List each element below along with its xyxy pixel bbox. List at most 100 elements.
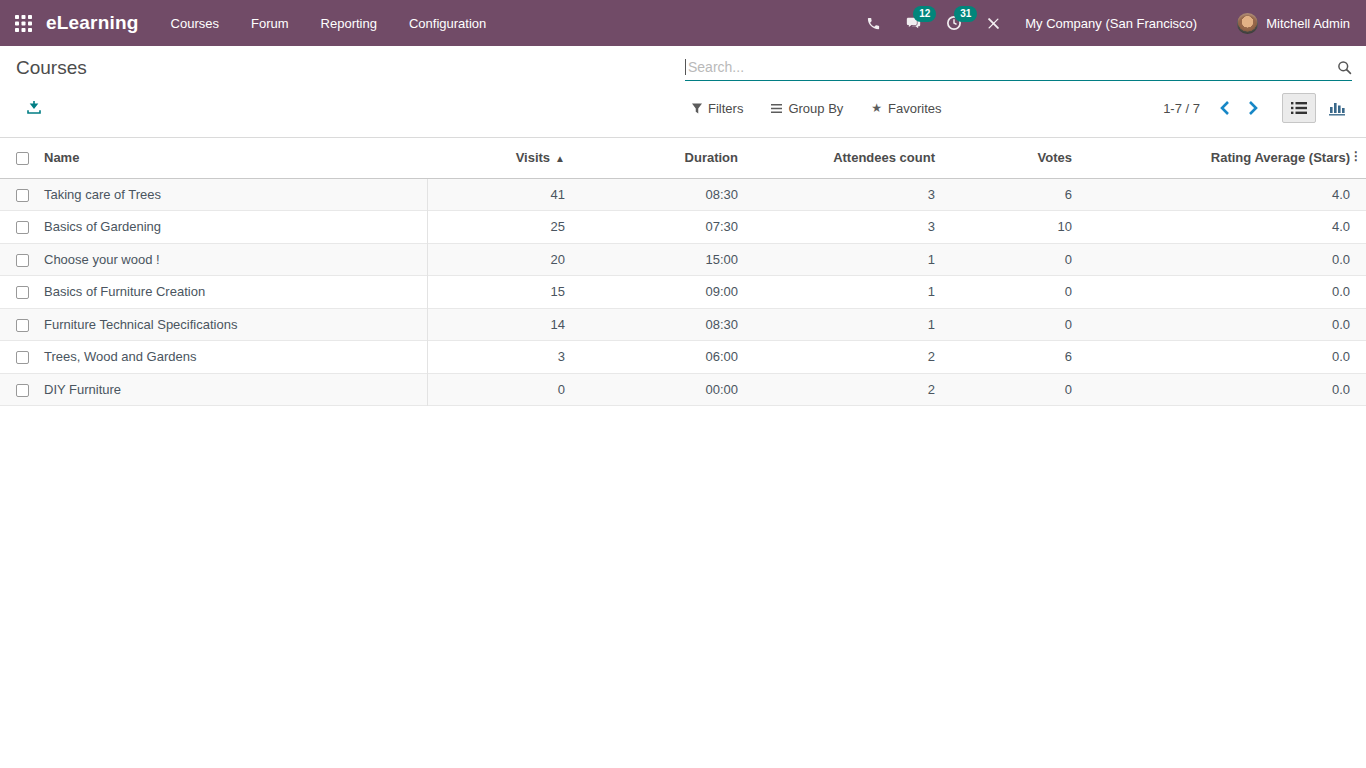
column-header-attendees[interactable]: Attendees count (747, 138, 944, 178)
column-header-rating[interactable]: Rating Average (Stars) ⋮ (1081, 138, 1366, 178)
main-menu: Courses Forum Reporting Configuration (155, 0, 503, 46)
row-checkbox[interactable] (16, 221, 29, 234)
messages-button[interactable]: 12 (893, 0, 934, 46)
table-row[interactable]: Basics of Gardening 25 07:30 3 10 4.0 (0, 211, 1366, 244)
search-icon[interactable] (1337, 60, 1352, 75)
cell-votes: 0 (944, 308, 1081, 341)
pager-previous-button[interactable] (1216, 97, 1234, 119)
menu-courses[interactable]: Courses (155, 0, 235, 46)
cell-visits: 41 (427, 178, 574, 211)
table-row[interactable]: Basics of Furniture Creation 15 09:00 1 … (0, 276, 1366, 309)
chevron-right-icon (1248, 101, 1258, 115)
cell-visits: 3 (427, 341, 574, 374)
top-navbar: eLearning Courses Forum Reporting Config… (0, 0, 1366, 46)
table-row[interactable]: Taking care of Trees 41 08:30 3 6 4.0 (0, 178, 1366, 211)
cell-rating: 4.0 (1081, 211, 1366, 244)
user-name: Mitchell Admin (1266, 16, 1350, 31)
row-checkbox[interactable] (16, 384, 29, 397)
cell-votes: 10 (944, 211, 1081, 244)
view-switcher (1282, 93, 1350, 123)
cell-attendees: 3 (747, 178, 944, 211)
app-brand[interactable]: eLearning (46, 12, 139, 34)
cell-name[interactable]: Taking care of Trees (40, 178, 427, 211)
user-avatar (1237, 13, 1258, 34)
menu-configuration[interactable]: Configuration (393, 0, 502, 46)
page-title: Courses (16, 57, 87, 79)
cell-rating: 0.0 (1081, 373, 1366, 406)
cell-attendees: 1 (747, 308, 944, 341)
company-switcher[interactable]: My Company (San Francisco) (1013, 16, 1231, 31)
row-checkbox[interactable] (16, 351, 29, 364)
list-view-icon (1291, 101, 1307, 115)
favorites-menu-button[interactable]: ★ Favorites (871, 101, 941, 116)
list-view-button[interactable] (1282, 93, 1316, 123)
table-header: Name Visits▲ Duration Attendees count Vo… (0, 138, 1366, 178)
column-header-name[interactable]: Name (40, 138, 427, 178)
cell-attendees: 1 (747, 243, 944, 276)
control-panel: Courses Search... Filters Group By ★ (0, 46, 1366, 138)
pager-range: 1-7 / 7 (1163, 101, 1200, 116)
row-checkbox[interactable] (16, 286, 29, 299)
column-header-votes[interactable]: Votes (944, 138, 1081, 178)
menu-forum[interactable]: Forum (235, 0, 305, 46)
cell-visits: 20 (427, 243, 574, 276)
text-caret (685, 59, 686, 75)
menu-reporting[interactable]: Reporting (305, 0, 393, 46)
pager-next-button[interactable] (1244, 97, 1262, 119)
cell-name[interactable]: Basics of Furniture Creation (40, 276, 427, 309)
column-header-visits[interactable]: Visits▲ (427, 138, 574, 178)
cell-attendees: 2 (747, 341, 944, 374)
user-menu[interactable]: Mitchell Admin (1231, 13, 1366, 34)
select-all-checkbox-cell (0, 138, 40, 178)
pager-and-switcher: 1-7 / 7 (1163, 92, 1350, 124)
cell-duration: 00:00 (574, 373, 747, 406)
apps-menu-button[interactable] (0, 0, 46, 46)
cell-name[interactable]: DIY Furniture (40, 373, 427, 406)
cell-votes: 6 (944, 178, 1081, 211)
filter-funnel-icon (692, 103, 702, 114)
cell-name[interactable]: Basics of Gardening (40, 211, 427, 244)
cell-rating: 4.0 (1081, 178, 1366, 211)
cell-duration: 08:30 (574, 178, 747, 211)
optional-columns-toggle[interactable]: ⋮ (1350, 150, 1362, 162)
cell-votes: 0 (944, 276, 1081, 309)
cell-rating: 0.0 (1081, 243, 1366, 276)
group-by-menu-button[interactable]: Group By (771, 101, 843, 116)
activities-button[interactable]: 31 (934, 0, 974, 46)
search-placeholder: Search... (688, 59, 1337, 75)
row-checkbox[interactable] (16, 189, 29, 202)
select-all-checkbox[interactable] (16, 152, 29, 165)
table-row[interactable]: Furniture Technical Specifications 14 08… (0, 308, 1366, 341)
column-header-duration[interactable]: Duration (574, 138, 747, 178)
apps-grid-icon (15, 15, 32, 32)
cell-name[interactable]: Furniture Technical Specifications (40, 308, 427, 341)
search-input[interactable]: Search... (685, 54, 1352, 81)
graph-view-button[interactable] (1324, 93, 1350, 123)
filters-menu-button[interactable]: Filters (692, 101, 743, 116)
table-row[interactable]: Choose your wood ! 20 15:00 1 0 0.0 (0, 243, 1366, 276)
cell-name[interactable]: Choose your wood ! (40, 243, 427, 276)
cell-rating: 0.0 (1081, 308, 1366, 341)
cell-duration: 08:30 (574, 308, 747, 341)
cell-duration: 15:00 (574, 243, 747, 276)
search-filter-menus: Filters Group By ★ Favorites (692, 94, 970, 122)
cell-rating: 0.0 (1081, 341, 1366, 374)
cell-name[interactable]: Trees, Wood and Gardens (40, 341, 427, 374)
cell-visits: 15 (427, 276, 574, 309)
cell-duration: 07:30 (574, 211, 747, 244)
export-button[interactable] (26, 99, 42, 115)
voip-button[interactable] (854, 0, 893, 46)
table-row[interactable]: Trees, Wood and Gardens 3 06:00 2 6 0.0 (0, 341, 1366, 374)
sort-asc-icon: ▲ (555, 153, 565, 164)
cell-visits: 0 (427, 373, 574, 406)
cell-attendees: 1 (747, 276, 944, 309)
tools-icon (986, 16, 1001, 31)
cell-votes: 0 (944, 243, 1081, 276)
favorites-star-icon: ★ (871, 101, 882, 115)
tools-button[interactable] (974, 0, 1013, 46)
table-row[interactable]: DIY Furniture 0 00:00 2 0 0.0 (0, 373, 1366, 406)
row-checkbox[interactable] (16, 319, 29, 332)
group-by-icon (771, 103, 782, 114)
row-checkbox[interactable] (16, 254, 29, 267)
bar-chart-icon (1329, 101, 1345, 116)
